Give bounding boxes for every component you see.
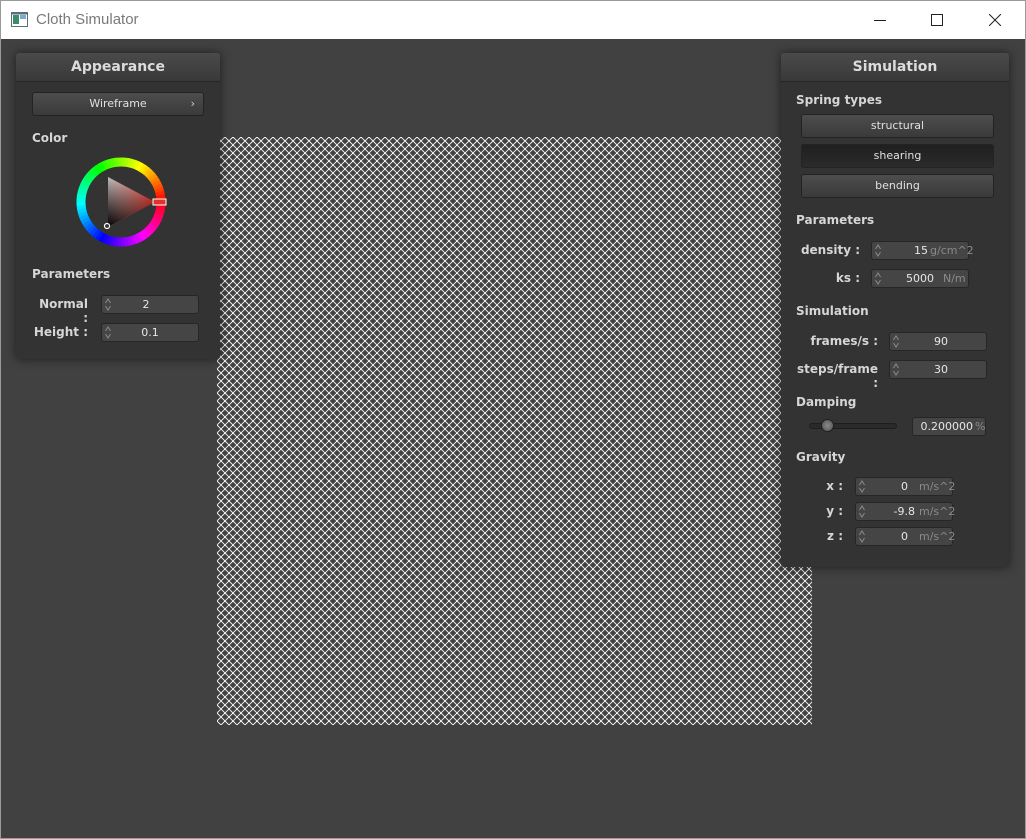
density-label: density : [800, 243, 860, 257]
ks-label: ks : [835, 271, 860, 285]
ks-value: 5000 [906, 272, 934, 285]
gravity-x-unit: m/s^2 [919, 480, 956, 493]
spinner-icon[interactable] [875, 244, 881, 257]
density-value: 15 [914, 244, 928, 257]
ks-unit: N/m [943, 272, 966, 285]
normal-label: Normal : [39, 297, 88, 325]
damping-input[interactable]: 0.200000 % [912, 417, 986, 436]
bending-label: bending [875, 179, 920, 192]
sim-section-label: Simulation [796, 304, 869, 318]
gravity-z-label: z : [827, 529, 843, 543]
gravity-z-input[interactable]: 0 m/s^2 [855, 527, 956, 546]
window-title: Cloth Simulator [36, 11, 139, 28]
steps-input[interactable]: 30 [889, 360, 987, 379]
structural-toggle[interactable]: structural [801, 114, 994, 138]
ks-input[interactable]: 5000 N/m [871, 269, 969, 288]
shearing-label: shearing [873, 149, 922, 162]
spinner-icon[interactable] [875, 272, 881, 285]
damping-unit: % [975, 420, 986, 433]
steps-label: steps/frame : [796, 362, 878, 390]
fps-input[interactable]: 90 [889, 332, 987, 351]
minimize-button[interactable] [857, 1, 903, 39]
hue-marker[interactable] [152, 198, 167, 206]
density-input[interactable]: 15 g/cm^2 [871, 241, 974, 260]
height-value: 0.1 [141, 326, 159, 339]
normal-value: 2 [142, 298, 150, 311]
spinner-icon[interactable] [105, 298, 111, 311]
gravity-label: Gravity [796, 450, 846, 464]
color-label: Color [32, 131, 68, 145]
appearance-panel: Appearance Wireframe › Color Parameters … [16, 53, 220, 359]
cloth-wireframe[interactable] [217, 137, 812, 725]
simulation-header[interactable]: Simulation [781, 53, 1009, 82]
chevron-right-icon: › [190, 97, 195, 110]
shader-popup-button[interactable]: Wireframe › [32, 92, 204, 116]
gravity-z-unit: m/s^2 [919, 530, 956, 543]
app-window: Cloth Simulator Appearance Wireframe › C… [0, 0, 1026, 839]
sim-params-label: Parameters [796, 213, 875, 227]
close-button[interactable] [972, 1, 1018, 39]
title-bar[interactable]: Cloth Simulator [1, 1, 1025, 39]
close-icon [989, 14, 1001, 26]
damping-label: Damping [796, 395, 857, 409]
gravity-y-unit: m/s^2 [919, 505, 956, 518]
spinner-icon[interactable] [893, 363, 899, 376]
gravity-z-value: 0 [901, 530, 908, 543]
spinner-icon[interactable] [859, 480, 865, 493]
maximize-button[interactable] [914, 1, 960, 39]
gravity-y-value: -9.8 [893, 505, 915, 518]
gravity-y-label: y : [826, 504, 843, 518]
simulation-panel: Simulation Spring types structural shear… [781, 53, 1009, 567]
app-icon [11, 12, 28, 27]
damping-value: 0.200000 [920, 420, 974, 433]
appearance-params-label: Parameters [32, 267, 111, 281]
gravity-x-input[interactable]: 0 m/s^2 [855, 477, 956, 496]
shearing-toggle[interactable]: shearing [801, 144, 994, 168]
height-input[interactable]: 0.1 [101, 323, 199, 342]
gravity-y-input[interactable]: -9.8 m/s^2 [855, 502, 956, 521]
maximize-icon [931, 14, 943, 26]
spinner-icon[interactable] [893, 335, 899, 348]
normal-input[interactable]: 2 [101, 295, 199, 314]
fps-value: 90 [934, 335, 948, 348]
color-wheel[interactable] [75, 156, 167, 248]
spring-types-label: Spring types [796, 93, 883, 107]
bending-toggle[interactable]: bending [801, 174, 994, 198]
spinner-icon[interactable] [105, 326, 111, 339]
damping-slider-knob[interactable] [820, 419, 834, 432]
density-unit: g/cm^2 [930, 244, 974, 257]
structural-label: structural [870, 119, 925, 132]
minimize-icon [874, 20, 886, 21]
gravity-x-value: 0 [901, 480, 908, 493]
height-label: Height : [33, 325, 88, 339]
appearance-header[interactable]: Appearance [16, 53, 220, 82]
spinner-icon[interactable] [859, 530, 865, 543]
gravity-x-label: x : [826, 479, 843, 493]
spinner-icon[interactable] [859, 505, 865, 518]
fps-label: frames/s : [810, 334, 878, 348]
steps-value: 30 [934, 363, 948, 376]
shader-button-label: Wireframe [89, 97, 147, 110]
